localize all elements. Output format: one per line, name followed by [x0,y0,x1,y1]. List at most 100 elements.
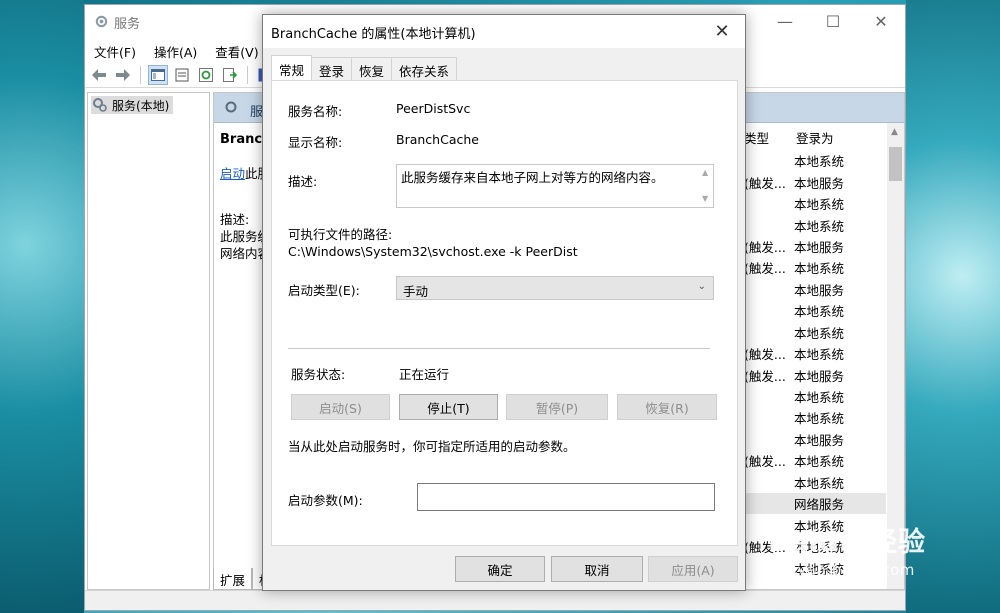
toolbar-separator [140,65,141,84]
back-arrow-icon[interactable] [89,65,109,85]
table-row[interactable]: 本地系统 [744,214,886,235]
table-row[interactable]: 本地系统 [744,407,886,428]
services-title: 服务 [114,17,141,32]
pause-button[interactable]: 暂停(P) [506,394,608,420]
cell-logon-as: 本地系统 [794,454,845,470]
start-service-link[interactable]: 启动 [220,166,245,181]
table-row[interactable]: (触发... 本地系统 [744,450,886,471]
baidu-watermark: Baidu 经验 jingyan.baidu.com [768,520,926,579]
tab-extended[interactable]: 扩展 [213,568,253,590]
table-row[interactable]: 本地系统 [744,386,886,407]
dialog-close-button[interactable]: ✕ [699,15,745,48]
cancel-button[interactable]: 取消 [551,556,643,582]
cell-logon-as: 本地服务 [794,368,845,384]
table-row[interactable]: 本地系统 [744,193,886,214]
menu-view[interactable]: 查看(V) [206,39,267,61]
toolbar-separator [247,65,248,84]
table-row[interactable]: (触发... 本地服务 [744,364,886,385]
cell-logon-as: 本地系统 [794,475,845,491]
watermark-main: Baidu 经验 [768,527,927,558]
tree-item-services-local[interactable]: 服务(本地) [91,96,174,114]
status-bar [85,590,905,610]
cell-logon-as: 本地服务 [794,432,845,448]
table-row[interactable]: 网络服务 [744,493,886,515]
table-row[interactable]: 本地系统 [744,472,886,493]
tab-general[interactable]: 常规 [271,55,313,80]
start-params-hint: 当从此处启动服务时，你可指定所适用的启动参数。 [288,439,576,454]
column-header-logon[interactable]: 登录为 [792,123,852,147]
start-button[interactable]: 启动(S) [291,394,390,420]
cell-startup-type: (触发... [744,368,786,384]
general-tab-panel: 服务名称: PeerDistSvc 显示名称: BranchCache 描述: … [271,80,738,546]
services-gear-icon [93,98,107,112]
resume-button[interactable]: 恢复(R) [617,394,717,420]
chevron-down-icon: ⌄ [697,281,706,292]
maximize-button[interactable]: ☐ [809,5,857,37]
refresh-icon[interactable] [196,65,216,85]
menu-bar: 文件(F) 操作(A) 查看(V) [85,39,268,61]
apply-button[interactable]: 应用(A) [648,556,738,582]
table-row[interactable]: 本地服务 [744,279,886,300]
cell-startup-type: (触发... [744,175,786,191]
cell-logon-as: 本地系统 [794,261,845,277]
properties-dialog: BranchCache 的属性(本地计算机) ✕ 常规 登录 恢复 依存关系 服… [262,14,746,591]
close-button[interactable]: ✕ [857,5,905,37]
forward-arrow-icon[interactable] [113,65,133,85]
service-status-value: 正在运行 [399,367,450,382]
table-row[interactable]: (触发... 本地服务 [744,171,886,192]
scroll-up-icon[interactable]: ▲ [891,127,898,137]
start-params-input[interactable] [417,483,715,511]
export-list-icon[interactable] [220,65,240,85]
display-name-value: BranchCache [396,132,479,147]
divider [288,348,710,349]
service-name-value: PeerDistSvc [396,101,471,116]
description-box[interactable]: 此服务缓存来自本地子网上对等方的网络内容。 ▲ ▼ [396,164,714,208]
dialog-tabs: 常规 登录 恢复 依存关系 [271,55,458,81]
table-row[interactable]: 本地系统 [744,300,886,321]
table-row[interactable]: (触发... 本地系统 [744,257,886,278]
tab-logon[interactable]: 登录 [311,57,353,80]
startup-type-select[interactable]: 手动 ⌄ [396,276,714,300]
table-row[interactable]: (触发... 本地系统 [744,343,886,364]
cell-startup-type: (触发... [744,347,786,363]
tab-recovery[interactable]: 恢复 [351,57,393,80]
cell-logon-as: 本地系统 [794,411,845,427]
menu-file[interactable]: 文件(F) [85,39,145,61]
cell-startup-type: (触发... [744,454,786,470]
console-tree: 服务(本地) [87,92,210,590]
dialog-titlebar: BranchCache 的属性(本地计算机) ✕ [263,15,745,48]
desktop-background-left [0,0,84,613]
service-name-label: 服务名称: [288,104,343,119]
description-text: 此服务缓存来自本地子网上对等方的网络内容。 [401,170,664,185]
table-row[interactable]: 本地系统 [744,322,886,343]
table-row[interactable]: 本地服务 [744,429,886,450]
cell-logon-as: 本地系统 [794,347,845,363]
ok-button[interactable]: 确定 [455,556,545,582]
tree-item-label: 服务(本地) [112,98,170,113]
cell-logon-as: 本地系统 [794,154,845,170]
console-tree-icon[interactable] [148,64,168,85]
menu-action[interactable]: 操作(A) [145,39,206,61]
path-label: 可执行文件的路径: [288,227,393,242]
scroll-up-icon[interactable]: ▲ [702,168,708,177]
scrollbar-thumb[interactable] [889,147,902,181]
cell-logon-as: 本地系统 [794,218,845,234]
tab-dependencies[interactable]: 依存关系 [391,57,458,80]
scroll-down-icon[interactable]: ▼ [702,194,708,203]
startup-type-value: 手动 [403,284,429,299]
table-row[interactable]: (触发... 本地服务 [744,236,886,257]
description-label: 描述: [288,174,318,189]
stop-button[interactable]: 停止(T) [399,394,498,420]
minimize-button[interactable]: — [761,5,809,37]
startup-type-label: 启动类型(E): [288,283,360,298]
description-scrollbar[interactable]: ▲ ▼ [698,165,713,207]
column-header-type[interactable]: 类型 [740,123,792,147]
cell-logon-as: 本地系统 [794,390,845,406]
dialog-title: BranchCache 的属性(本地计算机) [271,27,476,42]
table-row[interactable]: 本地系统 [744,150,886,171]
cell-startup-type: (触发... [744,239,786,255]
cell-logon-as: 本地系统 [794,325,845,341]
properties-icon[interactable] [172,65,192,85]
cell-startup-type: (触发... [744,261,786,277]
display-name-label: 显示名称: [288,135,343,150]
